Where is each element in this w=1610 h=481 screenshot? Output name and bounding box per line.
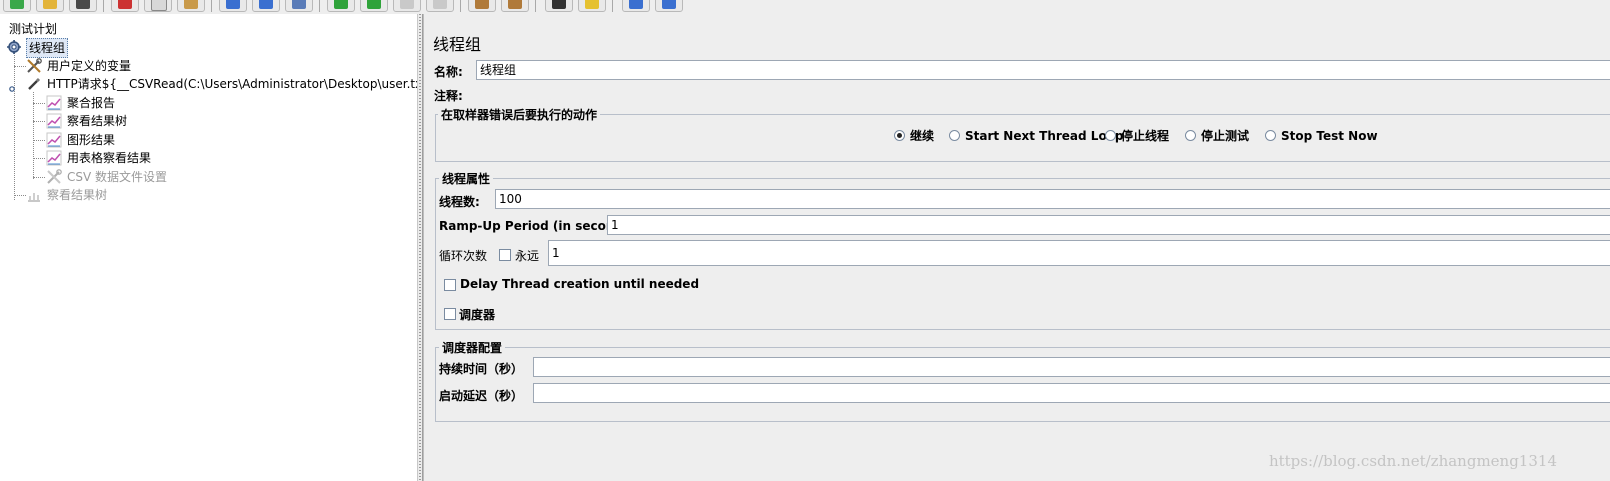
duration-field[interactable] (533, 357, 1610, 377)
tree-node-test-plan[interactable]: 测试计划 (0, 20, 200, 38)
loop-count-field[interactable]: 1 (548, 240, 1610, 266)
tree-node-user-vars[interactable]: 用户定义的变量 (0, 57, 200, 75)
tree-node-aggregate-report[interactable]: 聚合报告 (0, 94, 200, 112)
search-icon[interactable] (545, 0, 573, 12)
tree-node-http-request[interactable]: HTTP请求${__CSVRead(C:\Users\Administrator… (0, 75, 417, 93)
duration-label: 持续时间（秒） (439, 362, 524, 376)
error-action-group-title: 在取样器错误后要执行的动作 (438, 106, 601, 123)
comment-field[interactable] (470, 84, 1610, 104)
name-label: 名称: (434, 65, 463, 79)
page-title: 线程组 (433, 35, 482, 54)
start-no-pause-icon[interactable] (360, 0, 388, 12)
help-icon[interactable] (655, 0, 683, 12)
forever-checkbox[interactable] (499, 249, 511, 261)
save-icon[interactable] (69, 0, 97, 12)
listener-chart-icon (26, 187, 42, 203)
tree-node-label: CSV 数据文件设置 (67, 170, 168, 184)
name-field[interactable]: 线程组 (476, 60, 1610, 80)
threads-label: 线程数: (439, 195, 480, 209)
wrench-icon (46, 169, 62, 185)
thread-properties-group-title: 线程属性 (439, 170, 494, 187)
clear-icon[interactable] (468, 0, 496, 12)
tree-node-label: 察看结果树 (67, 114, 128, 128)
tree-node-label: 测试计划 (9, 22, 58, 36)
listener-chart-icon (46, 132, 62, 148)
tree-node-label: 察看结果树 (47, 188, 108, 202)
test-plan-tree: 测试计划 线程组 用户定义的变量 HTTP请求${__CSVRead(C:\Us… (0, 14, 417, 481)
delay-thread-creation-label: Delay Thread creation until needed (460, 277, 700, 291)
pipette-icon (26, 76, 42, 92)
loop-count-label: 循环次数 (439, 249, 488, 263)
clear-all-icon[interactable] (501, 0, 529, 12)
listener-chart-icon (46, 95, 62, 111)
watermark: https://blog.csdn.net/zhangmeng1314 (1268, 452, 1557, 470)
start-icon[interactable] (327, 0, 355, 12)
delay-thread-creation-checkbox[interactable] (444, 279, 456, 291)
startup-delay-field[interactable] (533, 383, 1610, 403)
radio-button[interactable] (949, 130, 960, 141)
listener-chart-icon (46, 150, 62, 166)
radio-button[interactable] (1265, 130, 1276, 141)
function-helper-icon[interactable] (622, 0, 650, 12)
expand-handle-icon[interactable] (9, 80, 17, 92)
open-icon[interactable] (36, 0, 64, 12)
tree-node-label: HTTP请求${__CSVRead(C:\Users\Administrator… (47, 77, 417, 91)
listener-chart-icon (46, 113, 62, 129)
radio-button[interactable] (1185, 130, 1196, 141)
forever-label: 永远 (515, 249, 540, 263)
radio-button[interactable] (1105, 130, 1116, 141)
toolbar (0, 0, 1610, 14)
copy-icon[interactable] (144, 0, 172, 12)
tree-node-label: 用表格察看结果 (67, 151, 152, 165)
scheduler-checkbox[interactable] (444, 308, 456, 320)
new-icon[interactable] (3, 0, 31, 12)
expand-icon[interactable] (219, 0, 247, 12)
wrench-icon (26, 58, 42, 74)
collapse-icon[interactable] (252, 0, 280, 12)
tree-node-table-results[interactable]: 用表格察看结果 (0, 149, 200, 167)
tree-node-label: 用户定义的变量 (47, 59, 132, 73)
tree-node-view-results-tree[interactable]: 察看结果树 (0, 112, 200, 130)
startup-delay-label: 启动延迟（秒） (439, 389, 524, 403)
tree-node-thread-group[interactable]: 线程组 (0, 38, 200, 58)
tree-node-label: 聚合报告 (67, 96, 116, 110)
shutdown-icon[interactable] (426, 0, 454, 12)
toggle-icon[interactable] (285, 0, 313, 12)
tree-node-csv-config[interactable]: CSV 数据文件设置 (0, 168, 200, 186)
thread-group-panel: 线程组 名称: 线程组 注释: 在取样器错误后要执行的动作 继续 Start N… (423, 14, 1610, 481)
rampup-field[interactable]: 1 (607, 215, 1610, 235)
paste-icon[interactable] (177, 0, 205, 12)
tree-node-label: 线程组 (26, 38, 69, 58)
scheduler-config-group-title: 调度器配置 (439, 339, 506, 356)
cut-icon[interactable] (111, 0, 139, 12)
tree-node-label: 图形结果 (67, 133, 116, 147)
gear-icon (6, 39, 22, 55)
threads-field[interactable]: 100 (495, 189, 1610, 209)
tree-node-graph-results[interactable]: 图形结果 (0, 131, 200, 149)
stop-icon[interactable] (393, 0, 421, 12)
comment-label: 注释: (434, 89, 463, 103)
scheduler-label: 调度器 (459, 308, 496, 322)
tree-node-view-results-tree-2[interactable]: 察看结果树 (0, 186, 200, 204)
reset-search-icon[interactable] (578, 0, 606, 12)
radio-button-selected[interactable] (894, 130, 905, 141)
